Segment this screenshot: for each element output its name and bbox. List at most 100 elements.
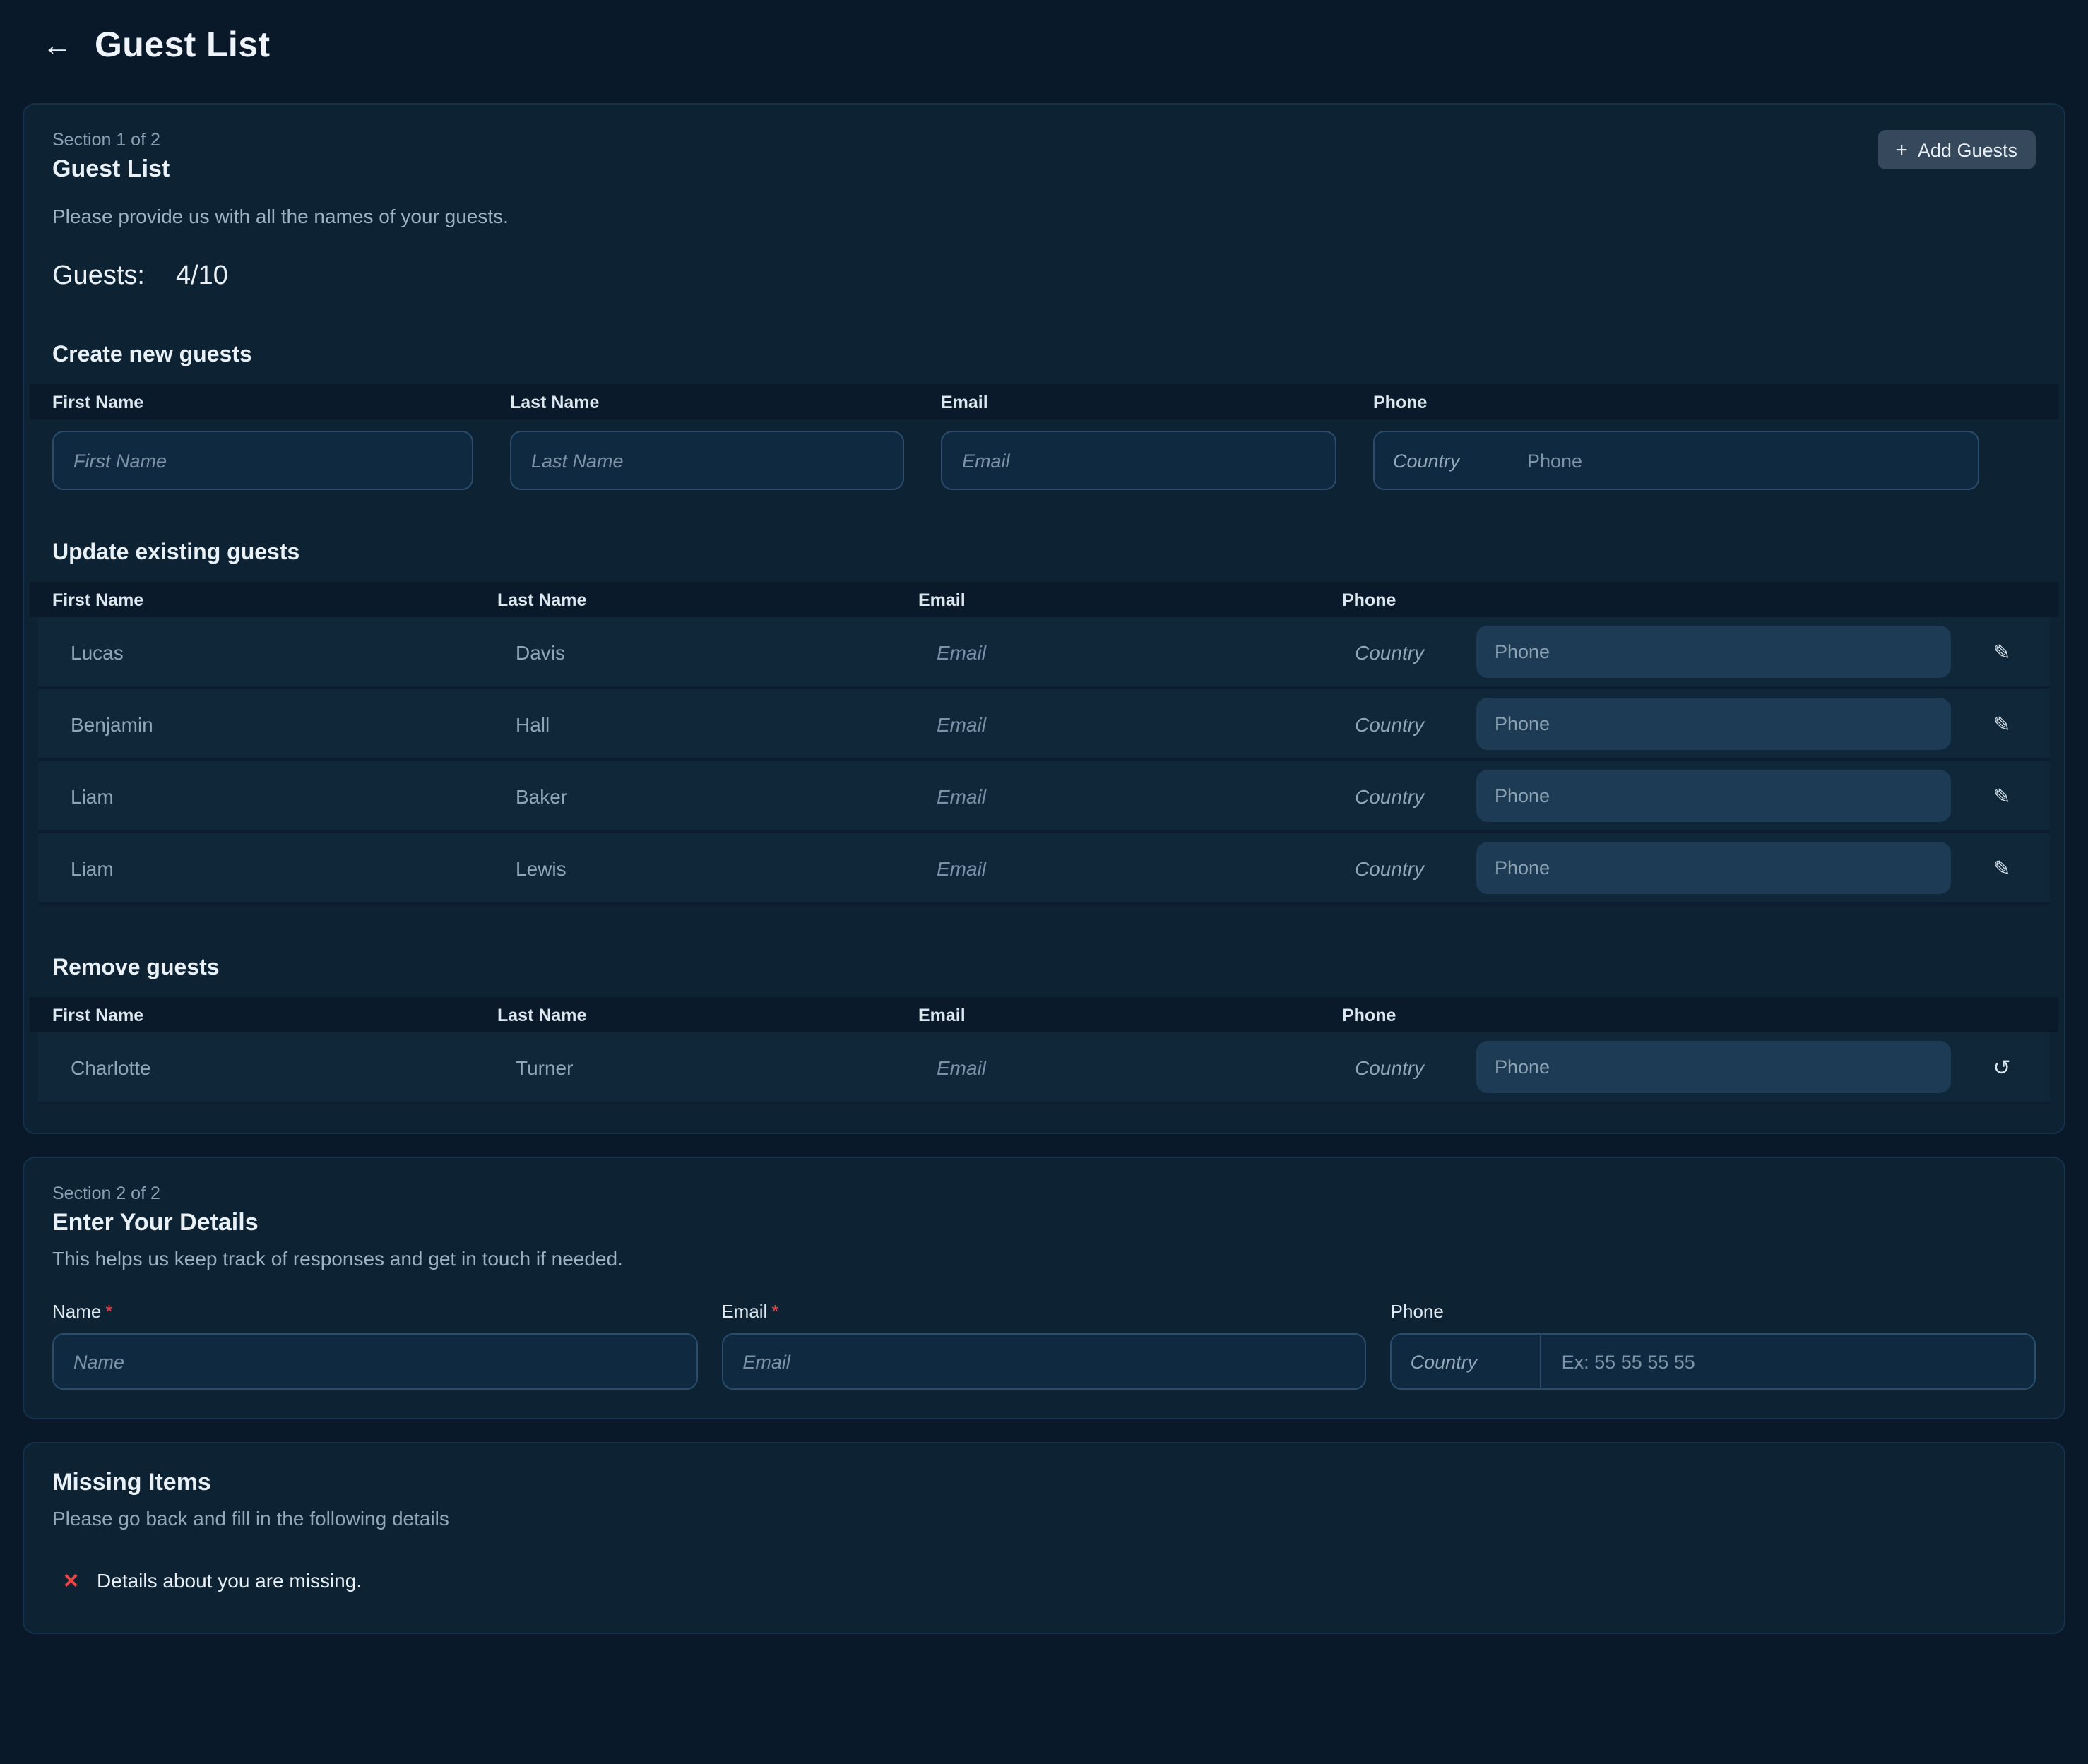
missing-item: × Details about you are missing. bbox=[52, 1568, 2036, 1604]
col-phone: Phone bbox=[1342, 590, 1968, 609]
guest-phone-cell: Country bbox=[1342, 842, 1968, 894]
create-guest-row: Country bbox=[52, 431, 2036, 490]
page: ← Guest List Section 1 of 2 Guest List +… bbox=[0, 0, 2088, 1764]
update-guests-heading: Update existing guests bbox=[52, 541, 2036, 566]
guest-first-name: Benjamin bbox=[52, 713, 497, 735]
new-last-name-input[interactable] bbox=[510, 431, 904, 490]
missing-items-title: Missing Items bbox=[52, 1469, 2036, 1497]
guest-last-name: Hall bbox=[497, 713, 918, 735]
guest-first-name: Charlotte bbox=[52, 1056, 497, 1078]
phone-field-group: Phone Country bbox=[1391, 1301, 2036, 1390]
guest-first-name: Liam bbox=[52, 785, 497, 807]
guest-email-placeholder: Email bbox=[918, 640, 1342, 663]
guest-phone-input[interactable] bbox=[1476, 626, 1951, 678]
guest-row: Liam Baker Email Country ✎ bbox=[38, 761, 2050, 833]
removed-guest-row: Charlotte Turner Email Country ↺ bbox=[38, 1032, 2050, 1104]
email-field[interactable] bbox=[721, 1333, 1366, 1390]
pencil-icon: ✎ bbox=[1993, 785, 2010, 809]
email-label: Email* bbox=[721, 1301, 1366, 1322]
undo-icon: ↺ bbox=[1993, 1056, 2010, 1080]
section-label: Section 1 of 2 bbox=[52, 130, 170, 150]
edit-guest-button[interactable]: ✎ bbox=[1993, 855, 2010, 881]
col-email: Email bbox=[918, 590, 1342, 609]
section-missing-items: Missing Items Please go back and fill in… bbox=[23, 1442, 2065, 1634]
create-table-header: First Name Last Name Email Phone bbox=[30, 384, 2058, 419]
add-guests-button[interactable]: + Add Guests bbox=[1877, 130, 2036, 169]
plus-icon: + bbox=[1895, 139, 1908, 160]
new-phone-input[interactable] bbox=[1516, 432, 1978, 489]
guests-label: Guests: bbox=[52, 261, 145, 291]
guest-phone-input[interactable] bbox=[1476, 1041, 1951, 1093]
remove-guests-heading: Remove guests bbox=[52, 956, 2036, 982]
section-your-details: Section 2 of 2 Enter Your Details This h… bbox=[23, 1157, 2065, 1419]
create-guests-heading: Create new guests bbox=[52, 343, 2036, 369]
pencil-icon: ✎ bbox=[1993, 640, 2010, 665]
new-country-select[interactable]: Country bbox=[1375, 450, 1516, 471]
section-heading-block: Section 1 of 2 Guest List bbox=[52, 130, 170, 184]
pencil-icon: ✎ bbox=[1993, 713, 2010, 737]
guest-phone-cell: Country bbox=[1342, 698, 1968, 750]
restore-guest-button[interactable]: ↺ bbox=[1993, 1054, 2010, 1080]
guest-phone-input[interactable] bbox=[1476, 698, 1951, 750]
col-first-name: First Name bbox=[52, 590, 497, 609]
col-first-name: First Name bbox=[52, 1005, 497, 1025]
guest-country-select[interactable]: Country bbox=[1342, 857, 1476, 879]
edit-guest-button[interactable]: ✎ bbox=[1993, 639, 2010, 665]
phone-input-group: Country bbox=[1391, 1333, 2036, 1390]
col-last-name: Last Name bbox=[510, 392, 941, 412]
guest-phone-cell: Country bbox=[1342, 1041, 1968, 1093]
section-title: Enter Your Details bbox=[52, 1209, 2036, 1237]
guest-row: Liam Lewis Email Country ✎ bbox=[38, 833, 2050, 905]
edit-guest-button[interactable]: ✎ bbox=[1993, 711, 2010, 737]
name-field[interactable] bbox=[52, 1333, 697, 1390]
new-first-name-input[interactable] bbox=[52, 431, 473, 490]
name-field-group: Name* bbox=[52, 1301, 697, 1390]
col-last-name: Last Name bbox=[497, 1005, 918, 1025]
col-last-name: Last Name bbox=[497, 590, 918, 609]
guest-country-select[interactable]: Country bbox=[1342, 1056, 1476, 1078]
col-email: Email bbox=[941, 392, 1373, 412]
edit-guest-button[interactable]: ✎ bbox=[1993, 783, 2010, 809]
guest-last-name: Baker bbox=[497, 785, 918, 807]
col-phone: Phone bbox=[1342, 1005, 1968, 1025]
back-button[interactable]: ← bbox=[42, 31, 72, 61]
guests-count: 4/10 bbox=[176, 261, 228, 291]
guest-phone-input[interactable] bbox=[1476, 842, 1951, 894]
guest-last-name: Lewis bbox=[497, 857, 918, 879]
phone-field[interactable] bbox=[1542, 1335, 2034, 1388]
update-table-header: First Name Last Name Email Phone bbox=[30, 582, 2058, 617]
section-description: Please provide us with all the names of … bbox=[52, 205, 2036, 227]
guest-phone-cell: Country bbox=[1342, 626, 1968, 678]
guests-counter: Guests: 4/10 bbox=[52, 261, 2036, 292]
section-guest-list: Section 1 of 2 Guest List + Add Guests P… bbox=[23, 103, 2065, 1134]
col-phone: Phone bbox=[1373, 392, 2036, 412]
guest-phone-input[interactable] bbox=[1476, 770, 1951, 822]
pencil-icon: ✎ bbox=[1993, 857, 2010, 881]
guest-phone-cell: Country bbox=[1342, 770, 1968, 822]
guest-country-select[interactable]: Country bbox=[1342, 640, 1476, 663]
details-form: Name* Email* Phone Country bbox=[52, 1301, 2036, 1390]
section-label: Section 2 of 2 bbox=[52, 1184, 2036, 1203]
guest-first-name: Lucas bbox=[52, 640, 497, 663]
guest-country-select[interactable]: Country bbox=[1342, 785, 1476, 807]
col-first-name: First Name bbox=[52, 392, 510, 412]
new-phone-group: Country bbox=[1373, 431, 1979, 490]
guest-email-placeholder: Email bbox=[918, 785, 1342, 807]
add-guests-label: Add Guests bbox=[1918, 139, 2017, 160]
page-header: ← Guest List bbox=[23, 0, 2065, 81]
section-description: This helps us keep track of responses an… bbox=[52, 1247, 2036, 1270]
guest-row: Lucas Davis Email Country ✎ bbox=[38, 617, 2050, 689]
guest-last-name: Davis bbox=[497, 640, 918, 663]
country-select[interactable]: Country bbox=[1392, 1335, 1542, 1388]
error-x-icon: × bbox=[64, 1568, 78, 1593]
email-field-group: Email* bbox=[721, 1301, 1366, 1390]
guest-email-placeholder: Email bbox=[918, 1056, 1342, 1078]
guest-country-select[interactable]: Country bbox=[1342, 713, 1476, 735]
required-marker: * bbox=[771, 1301, 778, 1322]
new-email-input[interactable] bbox=[941, 431, 1336, 490]
remove-table-header: First Name Last Name Email Phone bbox=[30, 997, 2058, 1032]
guest-email-placeholder: Email bbox=[918, 857, 1342, 879]
missing-items-description: Please go back and fill in the following… bbox=[52, 1507, 2036, 1530]
section-title: Guest List bbox=[52, 155, 170, 184]
phone-label: Phone bbox=[1391, 1301, 2036, 1322]
